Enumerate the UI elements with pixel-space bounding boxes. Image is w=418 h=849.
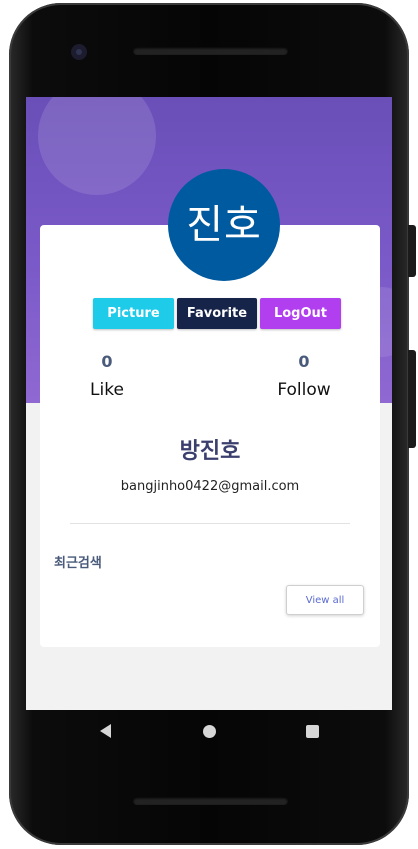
- front-camera: [71, 44, 87, 60]
- recents-icon[interactable]: [306, 725, 319, 738]
- picture-button[interactable]: Picture: [93, 298, 174, 329]
- volume-button: [408, 225, 416, 277]
- power-button: [408, 350, 416, 448]
- follow-count: 0: [298, 352, 310, 371]
- home-icon[interactable]: [203, 725, 216, 738]
- favorite-button[interactable]: Favorite: [177, 298, 257, 329]
- follow-label: Follow: [277, 380, 331, 400]
- app-screen: 0 Like 0 Follow 방진호 bangjinho0422@gmail.…: [26, 97, 392, 710]
- logout-button[interactable]: LogOut: [260, 298, 341, 329]
- decorative-circle: [38, 97, 156, 195]
- top-speaker: [133, 47, 288, 55]
- bottom-speaker: [133, 797, 288, 805]
- like-count: 0: [101, 352, 113, 371]
- recent-search-title: 최근검색: [54, 556, 102, 571]
- system-navigation-bar: [26, 710, 392, 754]
- phone-device: 0 Like 0 Follow 방진호 bangjinho0422@gmail.…: [0, 0, 418, 849]
- profile-email: bangjinho0422@gmail.com: [120, 479, 300, 494]
- divider: [70, 523, 350, 524]
- profile-name: 방진호: [179, 439, 241, 464]
- profile-avatar[interactable]: 진호: [168, 169, 280, 281]
- profile-card: 0 Like 0 Follow 방진호 bangjinho0422@gmail.…: [40, 225, 380, 647]
- back-icon[interactable]: [100, 724, 111, 738]
- view-all-button[interactable]: View all: [286, 585, 364, 615]
- like-label: Like: [90, 380, 124, 400]
